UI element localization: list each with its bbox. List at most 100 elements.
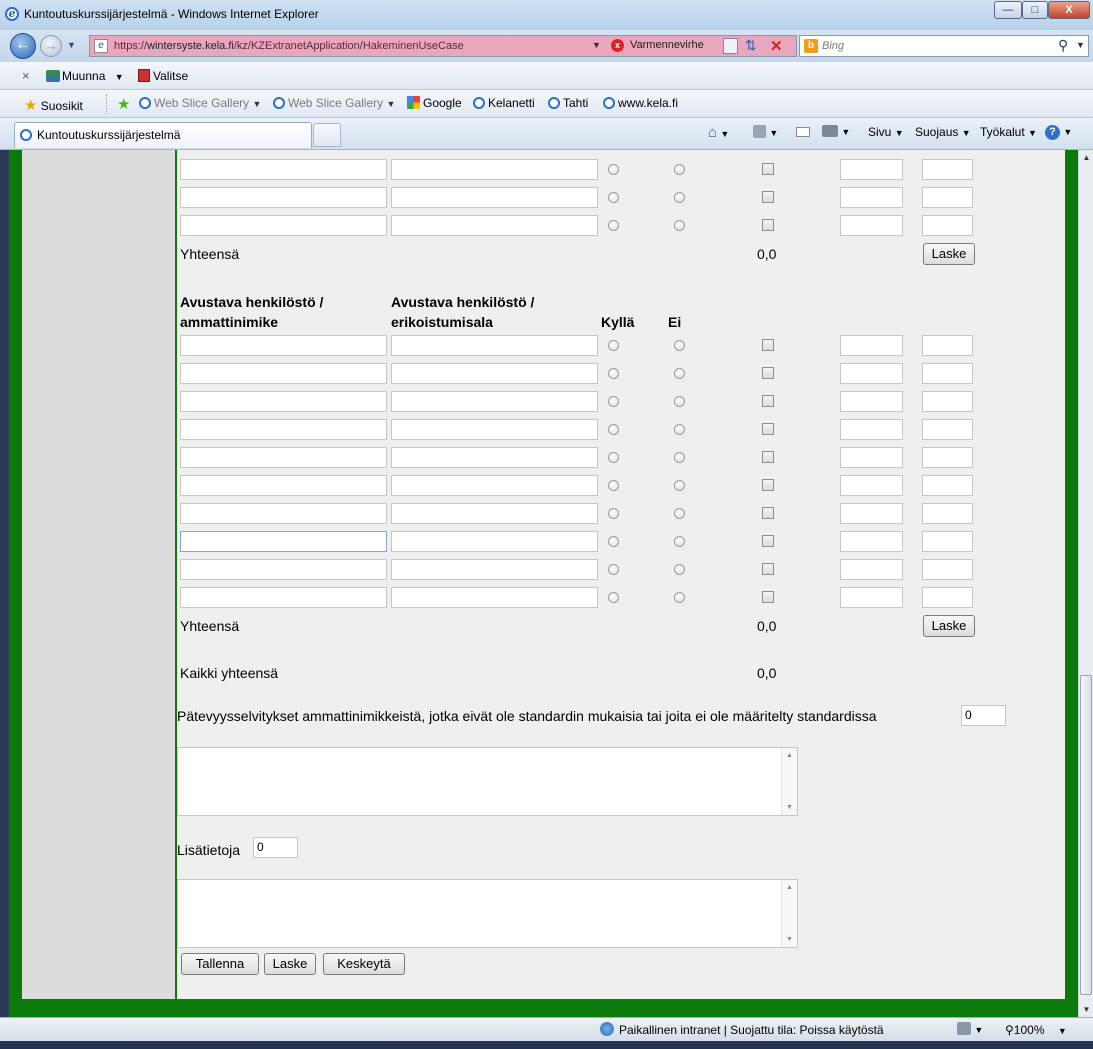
select-button[interactable]: Valitse xyxy=(138,69,188,83)
back-button[interactable]: ← xyxy=(10,33,36,59)
title-input[interactable] xyxy=(180,587,387,608)
title-input[interactable] xyxy=(180,503,387,524)
address-url[interactable]: https://wintersyste.kela.fi/kz/KZExtrane… xyxy=(114,40,464,52)
stop-icon[interactable]: ✕ xyxy=(770,37,783,55)
amount-input-2[interactable] xyxy=(922,587,973,608)
new-tab-button[interactable] xyxy=(313,123,341,147)
close-toolbar-icon[interactable]: × xyxy=(22,68,30,83)
row-checkbox[interactable] xyxy=(762,219,774,231)
amount-input-1[interactable] xyxy=(840,159,903,180)
mail-button[interactable] xyxy=(796,125,810,139)
amount-input-1[interactable] xyxy=(840,187,903,208)
yes-radio[interactable] xyxy=(608,564,619,575)
amount-input-2[interactable] xyxy=(922,559,973,580)
textarea-scrollbar[interactable]: ▲ ▼ xyxy=(781,748,797,815)
convert-button[interactable]: Muunna ▼ xyxy=(46,69,124,83)
amount-input-1[interactable] xyxy=(840,587,903,608)
row-checkbox[interactable] xyxy=(762,395,774,407)
title-input[interactable] xyxy=(180,187,387,208)
specialty-input[interactable] xyxy=(391,419,598,440)
refresh-icon[interactable]: ⇅ xyxy=(745,37,757,54)
certificate-error-icon[interactable]: x xyxy=(611,39,624,52)
row-checkbox[interactable] xyxy=(762,563,774,575)
no-radio[interactable] xyxy=(674,220,685,231)
close-button[interactable]: X xyxy=(1048,1,1090,19)
specialty-input[interactable] xyxy=(391,363,598,384)
search-options-icon[interactable]: ▼ xyxy=(1076,40,1085,50)
amount-input-2[interactable] xyxy=(922,447,973,468)
search-box[interactable]: b Bing ⚲ ▼ xyxy=(799,35,1089,57)
no-radio[interactable] xyxy=(674,452,685,463)
zoom-button[interactable]: ⚲100% ▼ xyxy=(1005,1023,1067,1037)
specialty-input[interactable] xyxy=(391,503,598,524)
amount-input-2[interactable] xyxy=(922,363,973,384)
title-input[interactable] xyxy=(180,391,387,412)
amount-input-2[interactable] xyxy=(922,187,973,208)
yes-radio[interactable] xyxy=(608,536,619,547)
feeds-button[interactable]: ▼ xyxy=(753,125,778,139)
amount-input-2[interactable] xyxy=(922,391,973,412)
no-radio[interactable] xyxy=(674,424,685,435)
scroll-up-icon[interactable]: ▲ xyxy=(1079,150,1093,165)
specialty-input[interactable] xyxy=(391,187,598,208)
no-radio[interactable] xyxy=(674,592,685,603)
no-radio[interactable] xyxy=(674,564,685,575)
yes-radio[interactable] xyxy=(608,508,619,519)
no-radio[interactable] xyxy=(674,508,685,519)
page-menu[interactable]: Sivu ▼ xyxy=(868,125,904,139)
home-button[interactable]: ⌂ ▼ xyxy=(708,124,729,141)
amount-input-1[interactable] xyxy=(840,335,903,356)
row-checkbox[interactable] xyxy=(762,423,774,435)
amount-input-1[interactable] xyxy=(840,363,903,384)
scroll-down-icon[interactable]: ▼ xyxy=(1079,1002,1093,1017)
textarea-scrollbar[interactable]: ▲ ▼ xyxy=(781,880,797,947)
yes-radio[interactable] xyxy=(608,192,619,203)
maximize-button[interactable]: □ xyxy=(1022,1,1048,19)
no-radio[interactable] xyxy=(674,396,685,407)
search-icon[interactable]: ⚲ xyxy=(1058,37,1068,54)
zone-status[interactable]: Paikallinen intranet | Suojattu tila: Po… xyxy=(619,1023,884,1037)
yes-radio[interactable] xyxy=(608,396,619,407)
cancel-button[interactable]: Keskeytä xyxy=(323,953,405,975)
specialty-input[interactable] xyxy=(391,391,598,412)
section1-calculate-button[interactable]: Laske xyxy=(923,243,975,265)
specialty-input[interactable] xyxy=(391,447,598,468)
no-radio[interactable] xyxy=(674,368,685,379)
title-input[interactable] xyxy=(180,159,387,180)
add-favorite-icon[interactable]: ★ xyxy=(117,95,130,113)
title-input[interactable] xyxy=(180,531,387,552)
specialty-input[interactable] xyxy=(391,587,598,608)
amount-input-2[interactable] xyxy=(922,215,973,236)
amount-input-2[interactable] xyxy=(922,159,973,180)
specialty-input[interactable] xyxy=(391,475,598,496)
row-checkbox[interactable] xyxy=(762,507,774,519)
safety-menu[interactable]: Suojaus ▼ xyxy=(915,125,971,139)
yes-radio[interactable] xyxy=(608,452,619,463)
title-input[interactable] xyxy=(180,475,387,496)
scrollbar-thumb[interactable] xyxy=(1080,675,1092,995)
yes-radio[interactable] xyxy=(608,480,619,491)
row-checkbox[interactable] xyxy=(762,479,774,491)
title-input[interactable] xyxy=(180,447,387,468)
amount-input-1[interactable] xyxy=(840,215,903,236)
print-button[interactable]: ▼ xyxy=(822,124,850,138)
no-radio[interactable] xyxy=(674,164,685,175)
title-input[interactable] xyxy=(180,335,387,356)
title-input[interactable] xyxy=(180,559,387,580)
fav-item-web-slice-2[interactable]: Web Slice Gallery ▼ xyxy=(273,96,395,110)
fav-item-web-slice-1[interactable]: Web Slice Gallery ▼ xyxy=(139,96,261,110)
yes-radio[interactable] xyxy=(608,220,619,231)
amount-input-2[interactable] xyxy=(922,503,973,524)
help-button[interactable]: ? ▼ xyxy=(1045,124,1072,140)
calculate-button[interactable]: Laske xyxy=(264,953,316,975)
row-checkbox[interactable] xyxy=(762,591,774,603)
specialty-input[interactable] xyxy=(391,215,598,236)
protected-mode-button[interactable]: ▼ xyxy=(957,1022,983,1036)
forward-button[interactable]: → xyxy=(40,35,62,57)
yes-radio[interactable] xyxy=(608,592,619,603)
yes-radio[interactable] xyxy=(608,164,619,175)
row-checkbox[interactable] xyxy=(762,367,774,379)
save-button[interactable]: Tallenna xyxy=(181,953,259,975)
address-bar[interactable]: e https://wintersyste.kela.fi/kz/KZExtra… xyxy=(89,35,797,57)
yes-radio[interactable] xyxy=(608,424,619,435)
